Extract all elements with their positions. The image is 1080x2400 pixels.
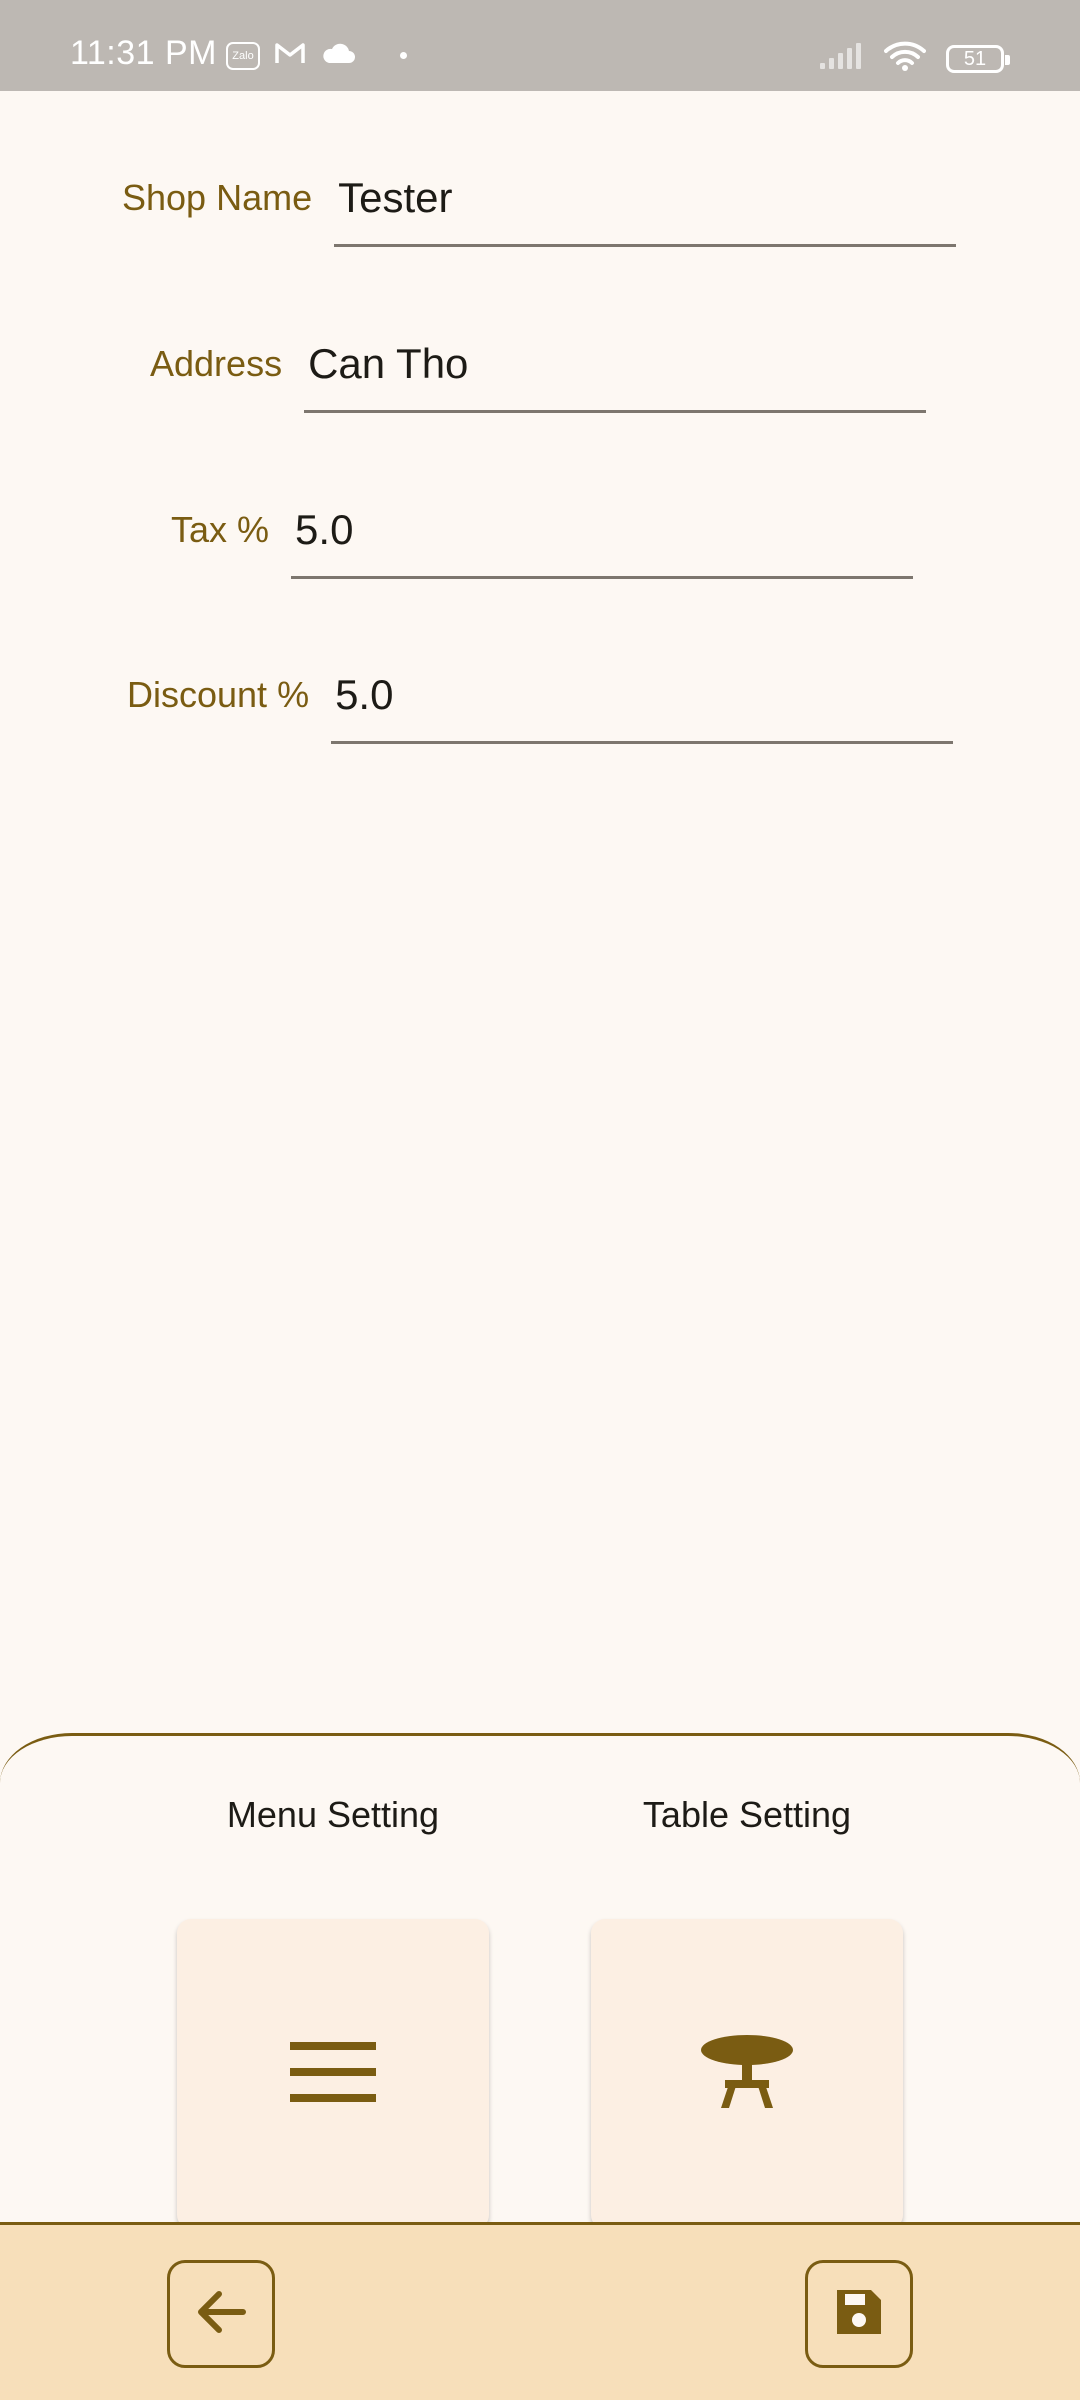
tax-label: Tax %	[171, 509, 270, 550]
battery-icon: 51	[946, 44, 1010, 73]
cloud-icon	[320, 41, 356, 70]
discount-field	[331, 660, 954, 744]
tax-field	[291, 495, 914, 579]
shop-name-label: Shop Name	[122, 177, 313, 218]
discount-label: Discount %	[127, 674, 310, 715]
bottom-app-bar	[0, 2222, 1080, 2400]
save-button[interactable]	[805, 2260, 913, 2368]
table-setting-label: Table Setting	[642, 1794, 852, 1835]
zalo-icon: Zalo	[226, 41, 260, 70]
menu-setting-button[interactable]	[177, 1919, 489, 2229]
shop-name-field	[334, 163, 957, 247]
address-field	[304, 329, 927, 413]
system-icons: 51	[818, 40, 1010, 77]
menu-icon	[290, 2041, 376, 2107]
status-time: 11:31 PM	[70, 34, 218, 72]
shop-name-input[interactable]	[334, 163, 957, 233]
signal-icon	[818, 41, 864, 76]
notification-icons: Zalo	[226, 40, 407, 71]
address-input[interactable]	[304, 329, 927, 399]
menu-setting: Menu Setting	[177, 1794, 489, 2229]
shop-name-row: Shop Name	[122, 163, 957, 247]
tax-row: Tax %	[171, 495, 914, 579]
more-notifications-dot	[400, 52, 407, 59]
back-button[interactable]	[167, 2260, 275, 2368]
discount-input[interactable]	[331, 660, 954, 730]
wifi-icon	[884, 40, 926, 77]
settings-panel: Menu Setting Table Setting	[0, 1733, 1080, 2229]
address-label: Address	[150, 343, 283, 384]
status-bar: 11:31 PM Zalo 51	[0, 0, 1080, 91]
tax-input[interactable]	[291, 495, 914, 565]
save-icon	[833, 2286, 885, 2343]
table-icon	[699, 2034, 795, 2115]
discount-row: Discount %	[127, 660, 954, 744]
gmail-icon	[274, 40, 306, 71]
menu-setting-label: Menu Setting	[226, 1794, 440, 1835]
address-row: Address	[150, 329, 927, 413]
table-setting: Table Setting	[591, 1794, 903, 2229]
arrow-back-icon	[195, 2288, 247, 2341]
table-setting-button[interactable]	[591, 1919, 903, 2229]
